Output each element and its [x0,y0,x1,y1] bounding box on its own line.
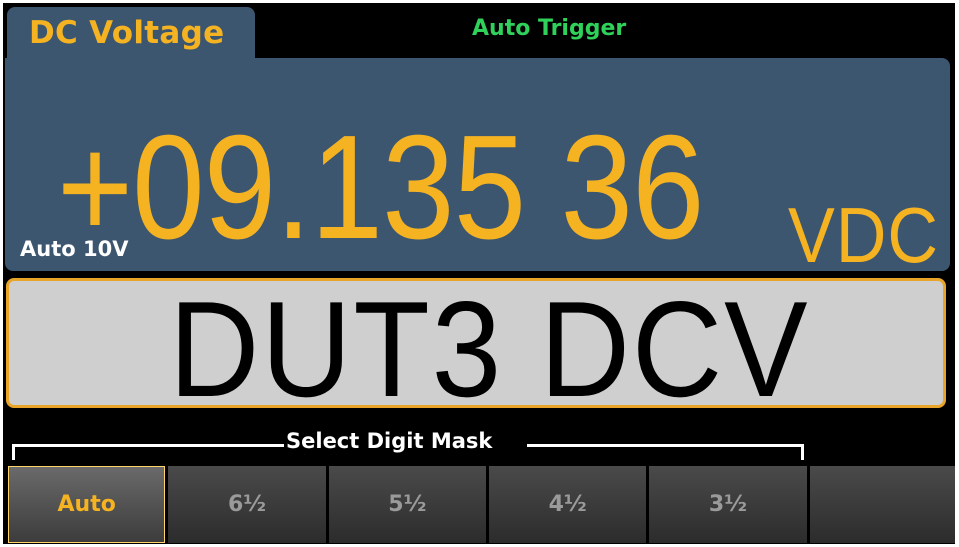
measurement-unit: VDC [788,191,939,279]
softkey-auto[interactable]: Auto [8,466,166,543]
function-label: DC Voltage [29,15,225,51]
measurement-reading: +09.135 36 [57,105,705,270]
bracket-left-tick [12,444,15,460]
bracket-left-line [12,444,284,447]
softkey-3-half[interactable]: 3½ [649,466,807,543]
softkey-blank[interactable] [809,466,956,543]
softkey-6-half[interactable]: 6½ [168,466,326,543]
bracket-right-tick [801,444,804,460]
softkey-5-half[interactable]: 5½ [328,466,486,543]
label-display-panel: DUT3 DCV [6,278,946,417]
display-frame: +09.135 36 VDC DC Voltage Auto Trigger A… [0,0,959,547]
measurement-panel: +09.135 36 VDC [5,58,950,279]
softkey-4-half[interactable]: 4½ [488,466,647,543]
range-indicator: Auto 10V [20,237,129,261]
trigger-status: Auto Trigger [472,16,627,41]
softkey-bar: Auto 6½ 5½ 4½ 3½ [8,466,956,543]
bracket-right-line [527,444,803,447]
softkey-group-title: Select Digit Mask [286,429,493,453]
function-tab: DC Voltage [7,7,255,65]
label-display-text: DUT3 DCV [169,273,810,425]
